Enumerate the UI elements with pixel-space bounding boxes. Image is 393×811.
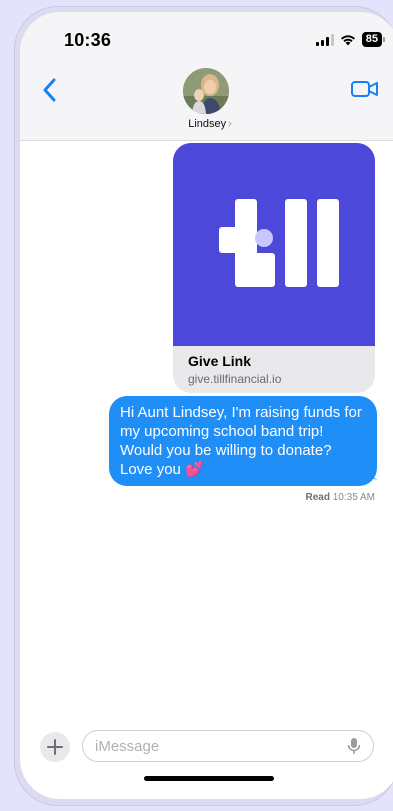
sent-message-bubble[interactable]: Hi Aunt Lindsey, I'm raising funds for m…	[109, 396, 377, 486]
imessage-input[interactable]	[93, 731, 337, 761]
phone-screen: 10:36 85 Lindsey › Give Link give.tillfi…	[20, 12, 393, 799]
plus-button[interactable]	[40, 732, 70, 762]
link-preview-title: Give Link	[188, 353, 252, 369]
signal-icon	[315, 33, 334, 46]
bubble-tail	[364, 464, 378, 480]
imessage-input-field[interactable]	[82, 730, 374, 762]
read-time: 10:35 AM	[332, 492, 375, 503]
contact-name-label: Lindsey	[188, 118, 227, 130]
contact-chevron-icon: ›	[228, 118, 232, 130]
video-camera-icon[interactable]	[350, 78, 380, 100]
status-icons: 85	[315, 32, 386, 47]
read-label: Read	[305, 492, 330, 503]
link-preview-image	[173, 143, 375, 346]
wifi-icon	[340, 34, 355, 45]
battery-icon: 85	[361, 32, 386, 47]
avatar[interactable]	[183, 68, 229, 114]
microphone-icon[interactable]	[347, 737, 361, 755]
till-logo	[219, 199, 339, 287]
link-preview-domain: give.tillfinancial.io	[188, 372, 282, 386]
home-indicator[interactable]	[144, 776, 274, 781]
plus-icon	[47, 739, 63, 755]
contact-name[interactable]: Lindsey ›	[20, 118, 393, 130]
link-preview-card[interactable]: Give Link give.tillfinancial.io	[173, 143, 375, 393]
back-chevron-icon[interactable]	[38, 76, 62, 104]
status-time: 10:36	[64, 30, 112, 50]
conversation-header: 10:36 85 Lindsey ›	[20, 12, 393, 141]
read-receipt: Read 10:35 AM	[306, 492, 376, 503]
